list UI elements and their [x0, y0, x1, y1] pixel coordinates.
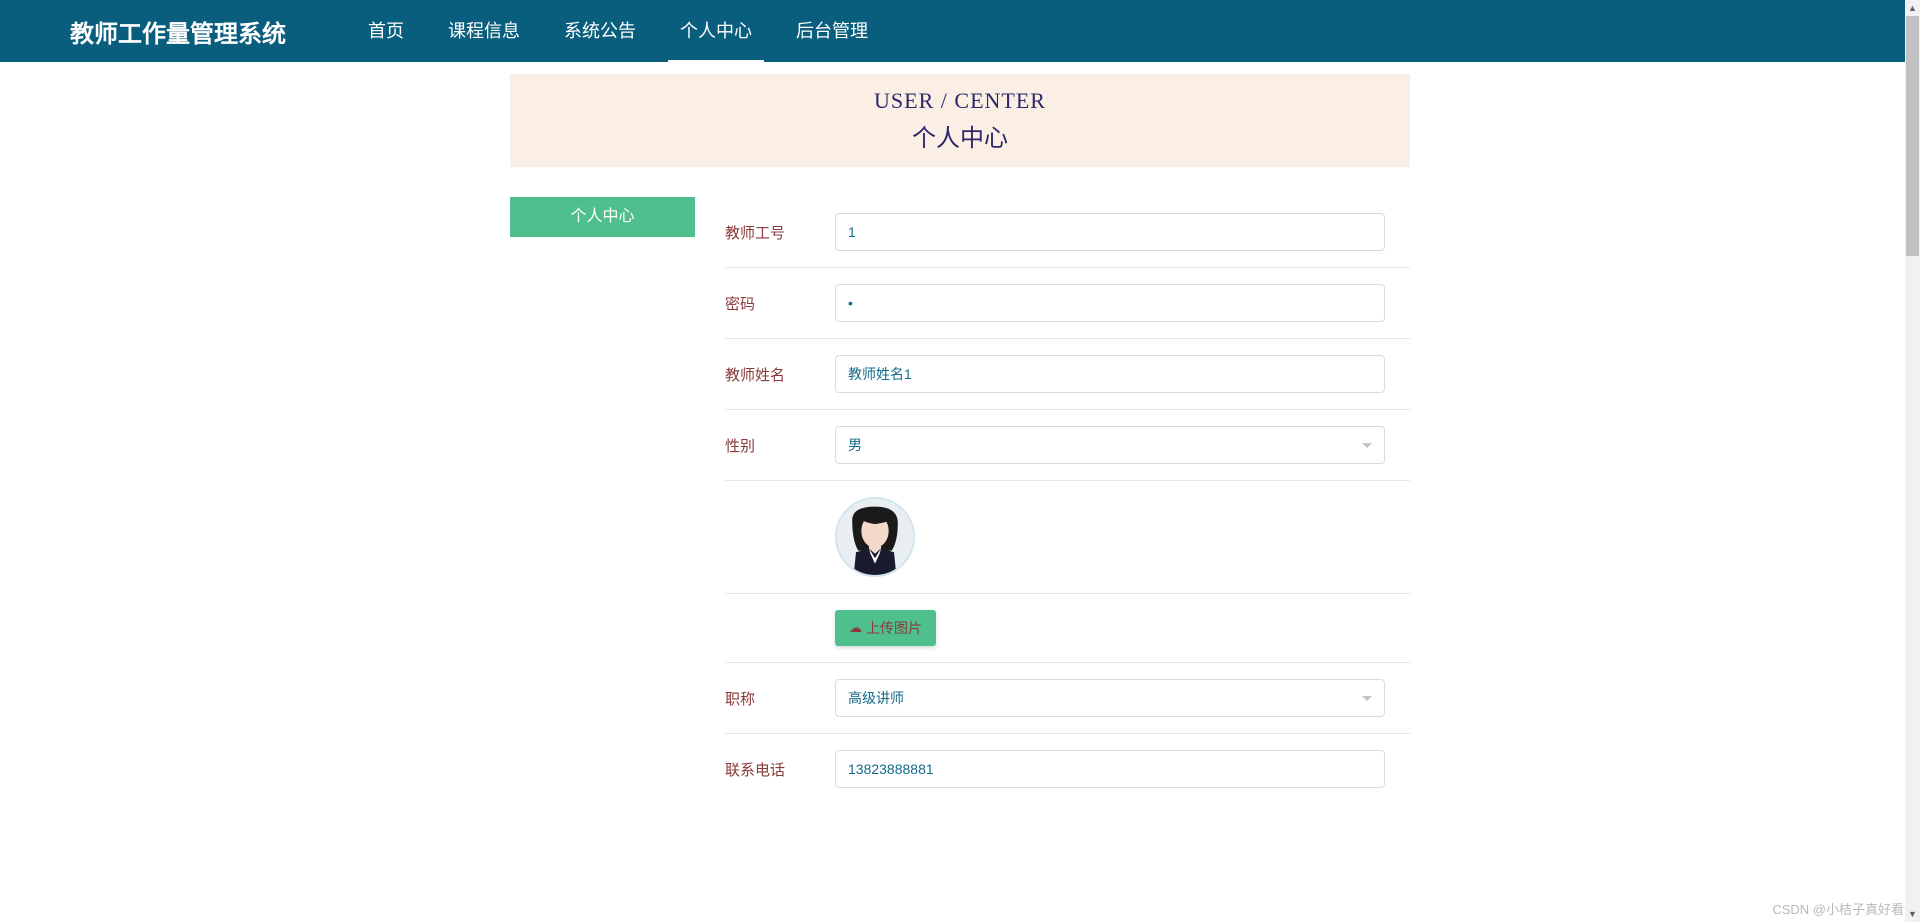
- banner-en: USER / CENTER: [510, 88, 1410, 114]
- nav-home[interactable]: 首页: [346, 0, 426, 62]
- watermark: CSDN @小桔子真好看: [1772, 899, 1904, 918]
- nav-notice[interactable]: 系统公告: [542, 0, 658, 62]
- label-teacher-id: 教师工号: [725, 222, 835, 243]
- password-input[interactable]: [835, 284, 1385, 322]
- sidebar: 个人中心: [510, 197, 695, 804]
- vertical-scrollbar[interactable]: ▲ ▼: [1905, 0, 1920, 922]
- top-nav: 教师工作量管理系统 首页 课程信息 系统公告 个人中心 后台管理: [0, 0, 1920, 62]
- chevron-down-icon: [1362, 443, 1372, 448]
- upload-image-button[interactable]: ☁ 上传图片: [835, 610, 936, 646]
- chevron-down-icon: [1362, 696, 1372, 701]
- page-banner: USER / CENTER 个人中心: [510, 74, 1410, 167]
- nav-menu: 首页 课程信息 系统公告 个人中心 后台管理: [346, 0, 890, 62]
- scroll-down-icon[interactable]: ▼: [1905, 906, 1920, 922]
- gender-value: 男: [848, 435, 862, 455]
- nav-course[interactable]: 课程信息: [426, 0, 542, 62]
- teacher-name-input[interactable]: [835, 355, 1385, 393]
- app-logo: 教师工作量管理系统: [70, 14, 286, 49]
- title-select[interactable]: 高级讲师: [835, 679, 1385, 717]
- label-job-title: 职称: [725, 688, 835, 709]
- nav-admin[interactable]: 后台管理: [774, 0, 890, 62]
- teacher-id-input[interactable]: [835, 213, 1385, 251]
- scroll-up-icon[interactable]: ▲: [1905, 0, 1920, 16]
- label-gender: 性别: [725, 435, 835, 456]
- gender-select[interactable]: 男: [835, 426, 1385, 464]
- phone-input[interactable]: [835, 750, 1385, 788]
- scrollbar-thumb[interactable]: [1906, 16, 1919, 256]
- avatar: [835, 497, 915, 577]
- sidebar-tab-profile[interactable]: 个人中心: [510, 197, 695, 237]
- upload-label: 上传图片: [866, 618, 922, 638]
- banner-cn: 个人中心: [510, 118, 1410, 153]
- label-teacher-name: 教师姓名: [725, 364, 835, 385]
- profile-form: 教师工号 密码 教师姓名 性别: [715, 197, 1410, 804]
- label-password: 密码: [725, 293, 835, 314]
- cloud-upload-icon: ☁: [849, 620, 862, 636]
- label-phone: 联系电话: [725, 759, 835, 780]
- nav-profile[interactable]: 个人中心: [658, 0, 774, 62]
- title-value: 高级讲师: [848, 688, 904, 708]
